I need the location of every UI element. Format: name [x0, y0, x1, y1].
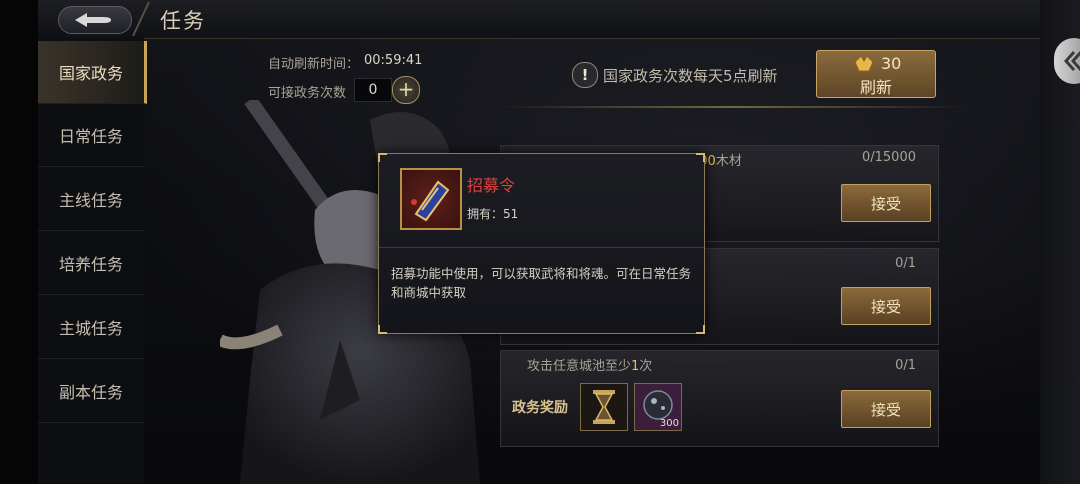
tooltip-corner — [378, 325, 387, 334]
back-button[interactable] — [58, 6, 132, 34]
tooltip-corner — [378, 153, 387, 162]
item-tooltip: 招募令 拥有：51 招募功能中使用，可以获取武将和将魂。可在日常任务和商城中获取 — [378, 153, 705, 334]
gold-ingot-icon — [854, 54, 874, 71]
refresh-button[interactable]: 30 刷新 — [816, 50, 936, 98]
accept-count-value: 0 — [354, 78, 392, 102]
task-progress: 0/1 — [895, 358, 916, 373]
sidebar-item-main-tasks[interactable]: 主线任务 — [38, 168, 144, 231]
double-chevron-left-icon — [1063, 51, 1080, 71]
refresh-time-label: 自动刷新时间： — [268, 57, 360, 72]
item-name: 招募令 — [467, 176, 516, 195]
page-title: 任务 — [160, 9, 206, 33]
add-count-button[interactable]: + — [392, 76, 420, 104]
hourglass-icon — [593, 390, 615, 424]
sidebar-item-city-tasks[interactable]: 主城任务 — [38, 296, 144, 359]
recruit-token-icon — [400, 168, 462, 230]
side-expand-button[interactable] — [1054, 38, 1080, 84]
reward-item-hourglass[interactable] — [580, 383, 628, 431]
task-description: 攻击任意城池至少1次 — [527, 359, 653, 374]
accept-button[interactable]: 接受 — [841, 287, 931, 325]
reward-quantity: 300 — [659, 418, 679, 429]
tooltip-corner — [696, 325, 705, 334]
reward-item-orb[interactable]: 300 — [634, 383, 682, 431]
sidebar-item-training-tasks[interactable]: 培养任务 — [38, 232, 144, 295]
left-edge — [0, 0, 38, 484]
refresh-time-value: 00:59:41 — [364, 53, 423, 68]
reward-label: 政务奖励 — [512, 400, 568, 416]
exclamation-icon: ! — [572, 62, 598, 88]
tooltip-divider — [379, 247, 704, 248]
sidebar-item-dungeon-tasks[interactable]: 副本任务 — [38, 360, 144, 423]
tooltip-corner — [696, 153, 705, 162]
task-progress: 0/15000 — [861, 150, 916, 165]
task-card: 攻击任意城池至少1次 0/1 政务奖励 300 接受 — [500, 350, 939, 447]
item-description: 招募功能中使用，可以获取武将和将魂。可在日常任务和商城中获取 — [391, 266, 692, 300]
refresh-button-label: 刷新 — [859, 78, 892, 97]
accept-count-label: 可接政务次数 — [268, 86, 347, 101]
accept-button[interactable]: 接受 — [841, 184, 931, 222]
sidebar-item-daily-tasks[interactable]: 日常任务 — [38, 104, 144, 167]
header-divider — [500, 106, 966, 108]
refresh-cost-value: 30 — [881, 54, 902, 73]
task-progress: 0/1 — [895, 256, 916, 271]
accept-button[interactable]: 接受 — [841, 390, 931, 428]
refresh-notice: 国家政务次数每天5点刷新 — [603, 67, 778, 85]
item-owned: 拥有：51 — [467, 207, 519, 221]
plus-icon: + — [397, 77, 415, 101]
sidebar: 国家政务 日常任务 主线任务 培养任务 主城任务 副本任务 — [38, 38, 147, 484]
back-arrow-icon — [75, 13, 111, 27]
sidebar-item-national-affairs[interactable]: 国家政务 — [38, 41, 147, 104]
refresh-cost: 30 — [853, 54, 933, 73]
